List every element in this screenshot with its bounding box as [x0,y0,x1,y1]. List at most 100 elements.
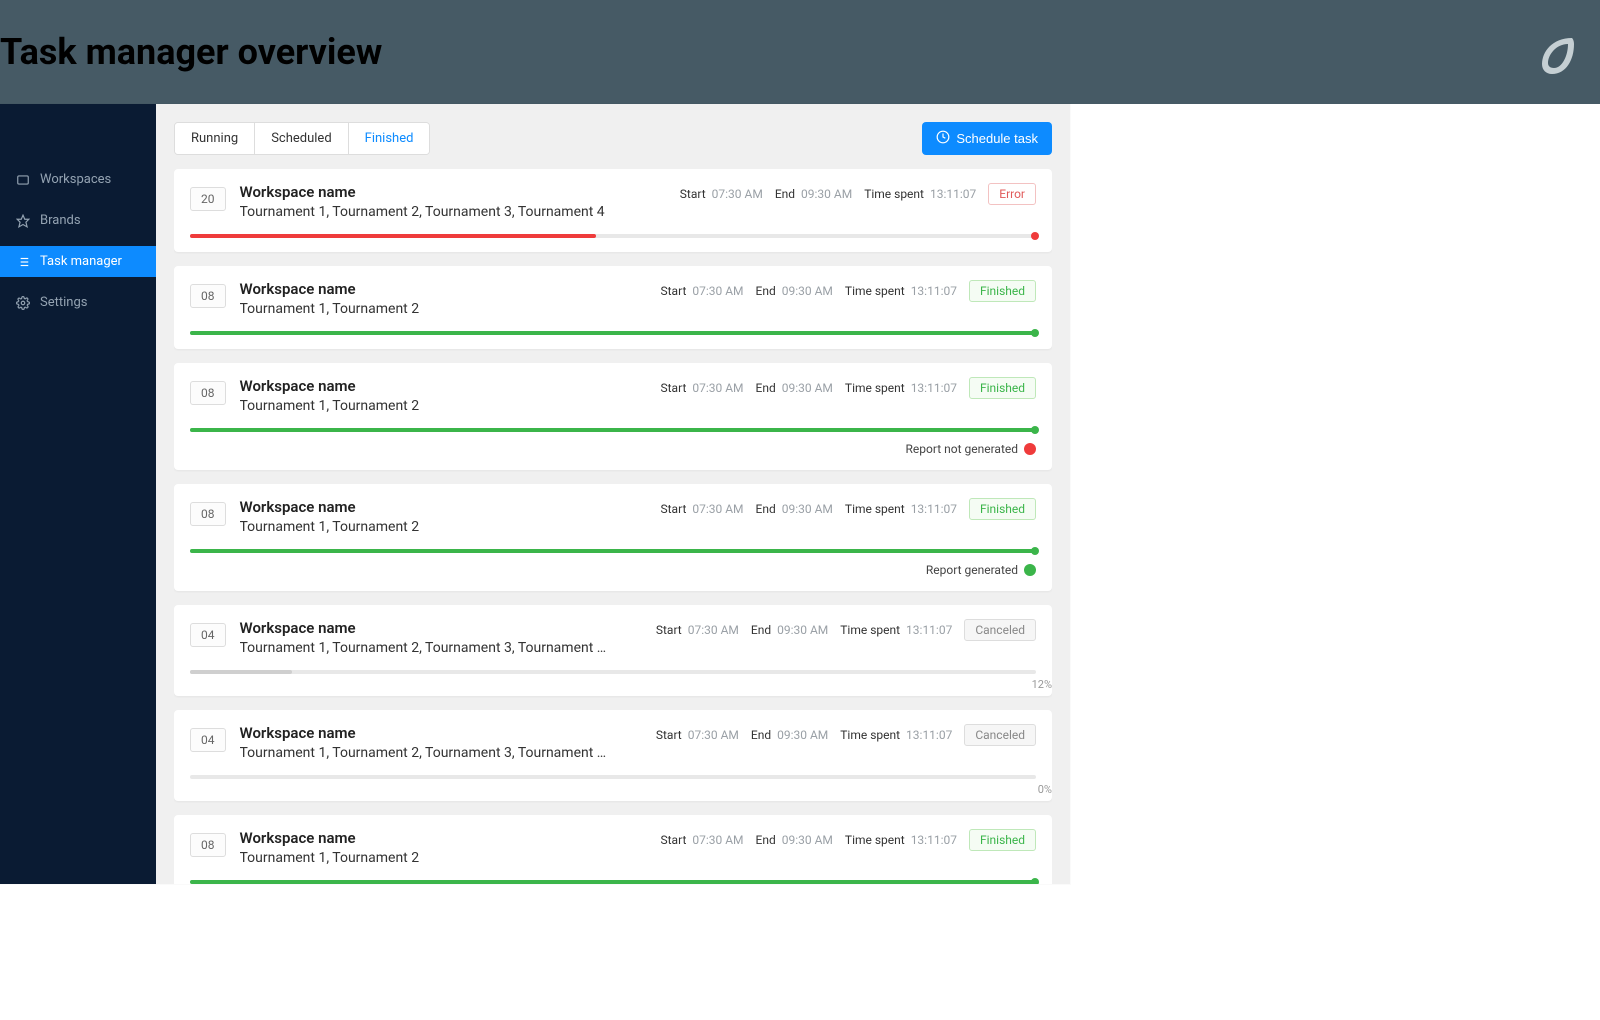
meta-value-start: 07:30 AM [692,284,743,298]
meta-value-end: 09:30 AM [782,381,833,395]
progress-bar [190,331,1036,335]
progress-fill [190,880,1036,884]
meta-label-start: Start [661,833,687,847]
meta-label-time_spent: Time spent [840,623,900,637]
progress-bar [190,775,1036,779]
clock-icon [936,130,950,147]
schedule-task-label: Schedule task [956,131,1038,146]
meta-label-end: End [756,502,776,516]
task-title-block: Workspace nameTournament 1, Tournament 2 [240,377,647,414]
task-subtitle: Tournament 1, Tournament 2 [240,301,647,317]
task-card-head: 20Workspace nameTournament 1, Tournament… [190,183,1036,220]
progress-fill [190,234,596,238]
status-badge: Finished [969,498,1036,520]
footer-text: Report not generated [906,442,1018,456]
meta-value-end: 09:30 AM [782,284,833,298]
status-badge: Finished [969,280,1036,302]
meta-value-time_spent: 13:11:07 [906,728,952,742]
task-card[interactable]: 08Workspace nameTournament 1, Tournament… [174,266,1052,349]
task-title-block: Workspace name Tournament 1, Tournament 2 [240,829,647,866]
sidebar-item-task-manager[interactable]: Task manager [0,246,156,277]
meta-value-start: 07:30 AM [688,623,739,637]
page-title: Task manager overview [0,31,382,73]
task-meta: Start 07:30 AMEnd 09:30 AMTime spent 13:… [680,183,1036,205]
status-badge: Error [988,183,1036,205]
progress-fill [190,549,1036,553]
meta-label-end: End [756,284,776,298]
footer-dot-icon [1024,564,1036,576]
sidebar-item-label: Task manager [40,254,122,269]
meta-value-start: 07:30 AM [712,187,763,201]
meta-label-start: Start [656,728,682,742]
tab-running[interactable]: Running [175,123,255,154]
task-meta: Start 07:30 AMEnd 09:30 AMTime spent 13:… [656,724,1036,746]
meta-value-start: 07:30 AM [692,502,743,516]
sidebar-item-workspaces[interactable]: Workspaces [0,164,156,195]
task-meta: Start 07:30 AMEnd 09:30 AMTime spent 13:… [656,619,1036,641]
meta-value-start: 07:30 AM [688,728,739,742]
sidebar: Workspaces Brands Task manager Settings [0,104,156,884]
progress-bar [190,880,1036,884]
workspace-name: Workspace name [240,498,647,516]
progress-dot [1031,232,1039,240]
task-title-block: Workspace nameTournament 1, Tournament 2… [240,724,642,761]
task-subtitle: Tournament 1, Tournament 2, Tournament 3… [240,204,666,220]
progress-bar [190,234,1036,238]
meta-value-end: 09:30 AM [782,833,833,847]
workspace-name: Workspace name [240,377,647,395]
sidebar-item-brands[interactable]: Brands [0,205,156,236]
task-meta: Start 07:30 AMEnd 09:30 AMTime spent 13:… [661,829,1037,851]
task-count-badge: 20 [190,187,226,211]
app-window: Workspaces Brands Task manager Settings … [0,104,1070,884]
tabs: Running Scheduled Finished [174,122,430,155]
gear-icon [16,296,30,310]
progress-percent: 0% [1038,783,1052,796]
task-card[interactable]: 04 Workspace nameTournament 1, Tournament… [174,710,1052,801]
meta-label-end: End [775,187,795,201]
task-footer-note: Report generated [190,563,1036,577]
progress-dot [1031,426,1039,434]
task-count-badge: 04 [190,728,226,752]
footer-dot-icon [1024,443,1036,455]
progress-fill [190,428,1036,432]
sidebar-item-label: Workspaces [40,172,111,187]
task-card[interactable]: 20Workspace nameTournament 1, Tournament… [174,169,1052,252]
progress-percent: 12% [1032,678,1052,691]
meta-label-start: Start [661,381,687,395]
meta-label-start: Start [661,502,687,516]
task-list: 20Workspace nameTournament 1, Tournament… [174,169,1052,884]
progress-fill [190,670,292,674]
task-footer-note: Report not generated [190,442,1036,456]
status-badge: Canceled [964,724,1036,746]
meta-label-time_spent: Time spent [845,502,905,516]
task-card[interactable]: 04Workspace nameTournament 1, Tournament… [174,605,1052,696]
task-card[interactable]: 08 Workspace nameTournament 1, Tournament… [174,363,1052,470]
meta-label-end: End [751,623,771,637]
progress-dot [1031,547,1039,555]
tab-scheduled[interactable]: Scheduled [255,123,348,154]
leaf-icon [1532,30,1580,78]
meta-value-start: 07:30 AM [692,381,743,395]
progress-dot [1031,329,1039,337]
star-icon [16,214,30,228]
task-subtitle: Tournament 1, Tournament 2 [240,850,647,866]
meta-value-time_spent: 13:11:07 [906,623,952,637]
task-count-badge: 08 [190,381,226,405]
tab-finished[interactable]: Finished [349,123,430,154]
sidebar-item-label: Brands [40,213,81,228]
meta-value-end: 09:30 AM [777,728,828,742]
task-card[interactable]: 08Workspace nameTournament 1, Tournament… [174,484,1052,591]
workspace-name: Workspace name [240,829,647,847]
task-subtitle: Tournament 1, Tournament 2 [240,519,647,535]
meta-value-time_spent: 13:11:07 [911,284,957,298]
task-card[interactable]: 08Workspace nameTournament 1, Tournament… [174,815,1052,884]
task-card-head: 08Workspace nameTournament 1, Tournament… [190,829,1036,866]
meta-label-start: Start [656,623,682,637]
task-meta: Start 07:30 AMEnd 09:30 AMTime spent 13:… [661,377,1037,399]
meta-value-time_spent: 13:11:07 [911,381,957,395]
schedule-task-button[interactable]: Schedule task [922,122,1052,155]
task-meta: Start 07:30 AMEnd 09:30 AMTime spent 13:… [661,498,1037,520]
task-title-block: Workspace nameTournament 1, Tournament 2 [240,280,647,317]
sidebar-item-settings[interactable]: Settings [0,287,156,318]
status-badge: Finished [969,377,1036,399]
